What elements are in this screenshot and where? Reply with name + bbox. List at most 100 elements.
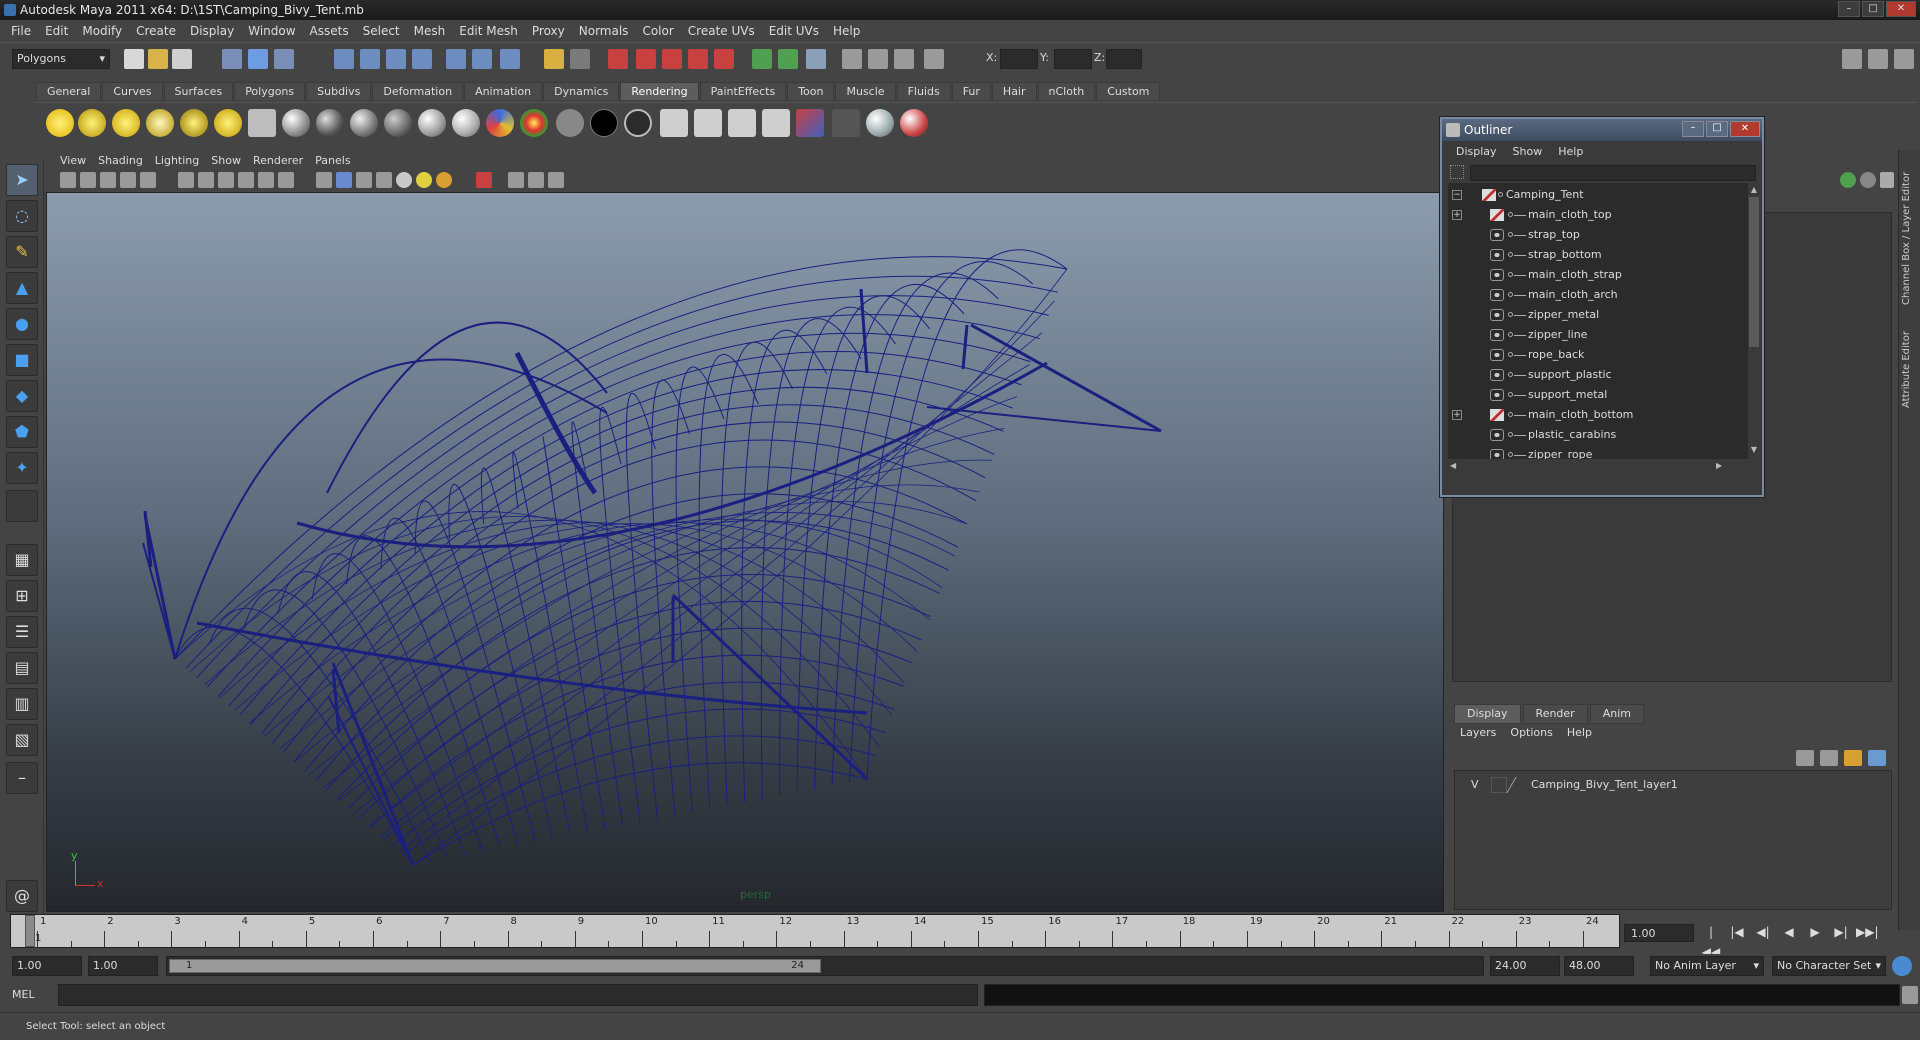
film-gate-icon[interactable] bbox=[198, 172, 214, 188]
go-to-end-icon[interactable]: ▶▶| bbox=[1856, 922, 1879, 942]
snap-grid-icon[interactable] bbox=[334, 49, 354, 69]
outliner-item[interactable]: main_cloth_arch bbox=[1448, 285, 1748, 305]
menu-help[interactable]: Help bbox=[826, 24, 867, 38]
xray-components-icon[interactable] bbox=[548, 172, 564, 188]
select-component-icon[interactable] bbox=[274, 49, 294, 69]
outliner-filter-icon[interactable] bbox=[1450, 165, 1464, 179]
layer-name[interactable]: Camping_Bivy_Tent_layer1 bbox=[1531, 778, 1678, 791]
channel-box-icon-green[interactable] bbox=[1840, 172, 1856, 188]
volume-light-icon[interactable] bbox=[214, 109, 242, 137]
camera-attributes-icon[interactable] bbox=[80, 172, 96, 188]
layer-tab-render[interactable]: Render bbox=[1522, 704, 1588, 724]
channel-box-side-tab[interactable]: Channel Box / Layer Editor bbox=[1901, 158, 1919, 318]
snap-curve-icon[interactable] bbox=[360, 49, 380, 69]
outliner-item[interactable]: zipper_metal bbox=[1448, 305, 1748, 325]
x-input[interactable] bbox=[1000, 49, 1038, 69]
isolate-select-icon[interactable] bbox=[476, 172, 492, 188]
outliner-item[interactable]: − Camping_Tent bbox=[1448, 185, 1748, 205]
batch-render-icon[interactable] bbox=[728, 109, 756, 137]
high-quality-icon[interactable] bbox=[436, 172, 452, 188]
layer-color-icon[interactable] bbox=[1506, 777, 1530, 793]
layer-menu-options[interactable]: Options bbox=[1504, 726, 1560, 739]
collapse-icon[interactable]: − bbox=[1452, 190, 1462, 200]
menu-edit-uvs[interactable]: Edit UVs bbox=[762, 24, 826, 38]
area-light-icon[interactable] bbox=[180, 109, 208, 137]
outliner-item[interactable]: + main_cloth_top bbox=[1448, 205, 1748, 225]
wireframe-on-shaded-icon[interactable] bbox=[356, 172, 372, 188]
safe-action-icon[interactable] bbox=[278, 172, 294, 188]
rotate-tool-icon[interactable]: ● bbox=[6, 308, 38, 340]
hypershade-perspective-layout-icon[interactable]: ▥ bbox=[6, 688, 38, 720]
textured-icon[interactable] bbox=[376, 172, 392, 188]
outliner-title-bar[interactable]: Outliner – □ ✕ bbox=[1442, 119, 1762, 141]
layer-options-icon[interactable] bbox=[1868, 750, 1886, 766]
snap-plane-icon[interactable] bbox=[412, 49, 432, 69]
shelf-tab-dynamics[interactable]: Dynamics bbox=[543, 82, 620, 100]
lasso-tool-icon[interactable]: ◌ bbox=[6, 200, 38, 232]
shelf-tab-muscle[interactable]: Muscle bbox=[835, 82, 896, 100]
collapse-icon[interactable]: – bbox=[6, 762, 38, 794]
spot-light-icon[interactable] bbox=[146, 109, 174, 137]
anim-start-field[interactable]: 1.00 bbox=[12, 956, 82, 976]
snap-surface-icon[interactable] bbox=[446, 49, 466, 69]
viewport-menu-lighting[interactable]: Lighting bbox=[149, 154, 205, 167]
render-settings-shelf-icon[interactable] bbox=[832, 109, 860, 137]
scale-tool-icon[interactable]: ■ bbox=[6, 344, 38, 376]
range-slider[interactable]: 1 24 bbox=[166, 956, 1484, 976]
outliner-item[interactable]: rope_back bbox=[1448, 345, 1748, 365]
new-scene-icon[interactable] bbox=[124, 49, 144, 69]
resolution-gate-icon[interactable] bbox=[218, 172, 234, 188]
use-all-lights-icon[interactable] bbox=[396, 172, 412, 188]
outliner-close-button[interactable]: ✕ bbox=[1730, 121, 1760, 137]
universal-manipulator-icon[interactable]: ◆ bbox=[6, 380, 38, 412]
shelf-tab-painteffects[interactable]: PaintEffects bbox=[699, 82, 787, 100]
anisotropic-shader-icon[interactable] bbox=[418, 109, 446, 137]
four-view-layout-icon[interactable]: ⊞ bbox=[6, 580, 38, 612]
render-frame-icon[interactable] bbox=[608, 49, 628, 69]
outliner-scroll-thumb[interactable] bbox=[1749, 197, 1759, 347]
outliner-item[interactable]: + main_cloth_bottom bbox=[1448, 405, 1748, 425]
menu-select[interactable]: Select bbox=[356, 24, 407, 38]
render-current-icon[interactable] bbox=[660, 109, 688, 137]
smooth-shade-icon[interactable] bbox=[336, 172, 352, 188]
layout-icon[interactable] bbox=[752, 49, 772, 69]
ipr-render-shelf-icon[interactable] bbox=[694, 109, 722, 137]
shelf-tab-fluids[interactable]: Fluids bbox=[896, 82, 951, 100]
shelf-tab-curves[interactable]: Curves bbox=[102, 82, 163, 100]
field-chart-icon[interactable] bbox=[258, 172, 274, 188]
outliner-menu-show[interactable]: Show bbox=[1505, 143, 1551, 161]
anim-layer-dropdown[interactable]: No Anim Layer ▾ bbox=[1650, 956, 1764, 976]
outliner-horizontal-scrollbar[interactable]: ◀ ▶ bbox=[1448, 461, 1748, 473]
viewport-menu-shading[interactable]: Shading bbox=[92, 154, 149, 167]
expand-icon[interactable]: + bbox=[1452, 210, 1462, 220]
layer-menu-help[interactable]: Help bbox=[1561, 726, 1600, 739]
ambient-light-icon[interactable] bbox=[46, 109, 74, 137]
playback-start-field[interactable]: 1.00 bbox=[88, 956, 158, 976]
shelf-tab-polygons[interactable]: Polygons bbox=[234, 82, 306, 100]
outliner-vertical-scrollbar[interactable]: ▲ ▼ bbox=[1748, 183, 1760, 459]
open-scene-icon[interactable] bbox=[148, 49, 168, 69]
ocean-shader-icon[interactable] bbox=[624, 109, 652, 137]
new-layer-icon[interactable] bbox=[1820, 750, 1838, 766]
range-slider-handle[interactable]: 1 24 bbox=[169, 959, 821, 973]
shelf-tab-ncloth[interactable]: nCloth bbox=[1037, 82, 1096, 100]
construction-history-icon[interactable] bbox=[570, 49, 590, 69]
outliner-perspective-layout-icon[interactable]: ☰ bbox=[6, 616, 38, 648]
expand-icon[interactable]: + bbox=[1452, 410, 1462, 420]
blinn-shader-icon[interactable] bbox=[282, 109, 310, 137]
point-light-icon[interactable] bbox=[112, 109, 140, 137]
shelf-tab-surfaces[interactable]: Surfaces bbox=[163, 82, 234, 100]
menu-normals[interactable]: Normals bbox=[572, 24, 636, 38]
paint-brush-icon[interactable] bbox=[900, 109, 928, 137]
channel-box-icon-pen[interactable] bbox=[1880, 172, 1894, 188]
directional-light-icon[interactable] bbox=[78, 109, 106, 137]
step-forward-frame-icon[interactable]: ▶| bbox=[1830, 922, 1852, 942]
menu-color[interactable]: Color bbox=[635, 24, 680, 38]
render-view-icon[interactable] bbox=[688, 49, 708, 69]
move-tool-icon[interactable]: ▲ bbox=[6, 272, 38, 304]
ipr-render-icon[interactable] bbox=[636, 49, 656, 69]
step-back-key-icon[interactable]: |◀ bbox=[1726, 922, 1748, 942]
y-input[interactable] bbox=[1054, 49, 1092, 69]
phong-shader-icon[interactable] bbox=[350, 109, 378, 137]
lambert-shader-icon[interactable] bbox=[316, 109, 344, 137]
